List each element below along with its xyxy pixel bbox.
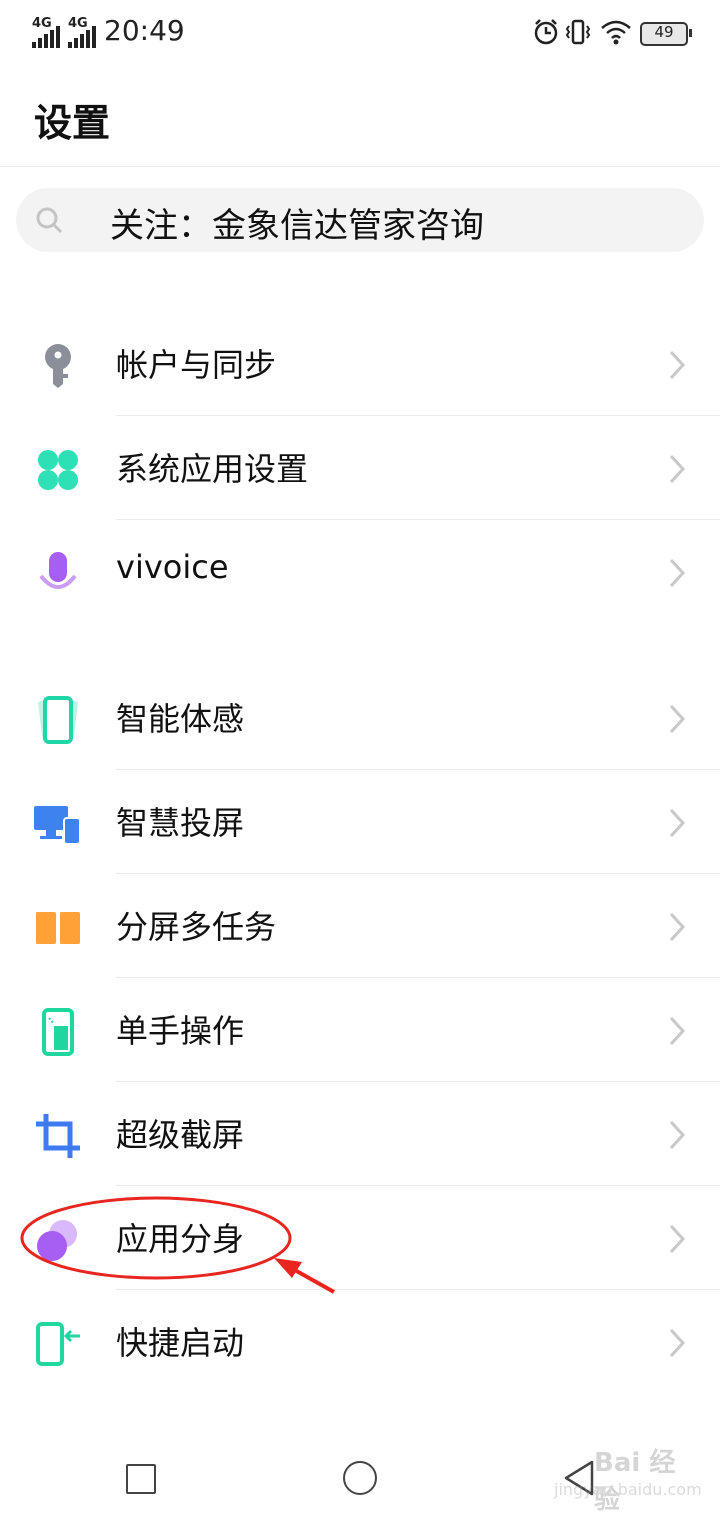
settings-item-quick-launch[interactable]: 快捷启动 — [0, 1290, 720, 1394]
settings-item-label: 超级截屏 — [116, 1116, 245, 1154]
chevron-right-icon — [669, 558, 686, 588]
search-text: 关注：金象信达管家咨询 — [110, 206, 484, 246]
chevron-right-icon — [669, 704, 686, 734]
settings-item-system-apps[interactable]: 系统应用设置 — [0, 416, 720, 520]
page-title: 设置 — [34, 101, 111, 145]
phone-motion-icon — [38, 696, 78, 744]
chevron-right-icon — [669, 1120, 686, 1150]
settings-item-label: 快捷启动 — [116, 1324, 245, 1362]
chevron-right-icon — [669, 1328, 686, 1358]
vibrate-icon — [565, 19, 591, 45]
header-divider — [0, 166, 720, 167]
quick-launch-icon — [36, 1322, 80, 1366]
search-icon — [36, 207, 63, 234]
settings-item-label: 分屏多任务 — [116, 908, 277, 946]
settings-item-smart-motion[interactable]: 智能体感 — [0, 666, 720, 770]
settings-item-label: 单手操作 — [116, 1012, 245, 1050]
battery-icon: 49 — [640, 22, 692, 46]
search-bar[interactable]: 关注：金象信达管家咨询 — [16, 188, 704, 252]
app-clone-icon — [37, 1220, 77, 1261]
microphone-icon — [39, 552, 77, 589]
watermark: Bai 经验 jingyan.baidu.com — [554, 1440, 702, 1515]
screen-cast-icon — [34, 806, 81, 845]
settings-item-label: 智慧投屏 — [116, 804, 245, 842]
alarm-icon — [534, 19, 558, 45]
chevron-right-icon — [669, 454, 686, 484]
settings-item-label: vivoice — [116, 548, 229, 586]
watermark-url: jingyan.baidu.com — [554, 1480, 702, 1499]
key-icon — [45, 344, 71, 388]
battery-level: 49 — [654, 23, 674, 41]
settings-item-account-sync[interactable]: 帐户与同步 — [0, 312, 720, 416]
settings-item-app-clone[interactable]: 应用分身 — [0, 1186, 720, 1290]
crop-icon — [36, 1114, 80, 1158]
settings-item-split-screen[interactable]: 分屏多任务 — [0, 874, 720, 978]
wifi-icon — [601, 20, 631, 45]
clover-icon — [38, 450, 78, 490]
split-screen-icon — [36, 912, 80, 944]
settings-item-vivoice[interactable]: vivoice — [0, 520, 720, 624]
settings-item-label: 帐户与同步 — [116, 346, 277, 384]
chevron-right-icon — [669, 1224, 686, 1254]
status-bar: 4G 4G 20:49 49 — [0, 0, 720, 64]
chevron-right-icon — [669, 350, 686, 380]
settings-item-label: 智能体感 — [116, 700, 245, 738]
home-button[interactable] — [343, 1461, 377, 1495]
chevron-right-icon — [669, 808, 686, 838]
recent-apps-button[interactable] — [126, 1464, 156, 1494]
settings-item-label: 系统应用设置 — [116, 450, 309, 488]
settings-item-screen-cast[interactable]: 智慧投屏 — [0, 770, 720, 874]
chevron-right-icon — [669, 1016, 686, 1046]
settings-item-super-screenshot[interactable]: 超级截屏 — [0, 1082, 720, 1186]
one-hand-icon — [42, 1008, 74, 1056]
chevron-right-icon — [669, 912, 686, 942]
clock: 20:49 — [104, 14, 185, 47]
watermark-title: Bai 经验 — [594, 1448, 676, 1515]
settings-item-label: 应用分身 — [116, 1220, 245, 1258]
settings-item-one-hand[interactable]: 单手操作 — [0, 978, 720, 1082]
